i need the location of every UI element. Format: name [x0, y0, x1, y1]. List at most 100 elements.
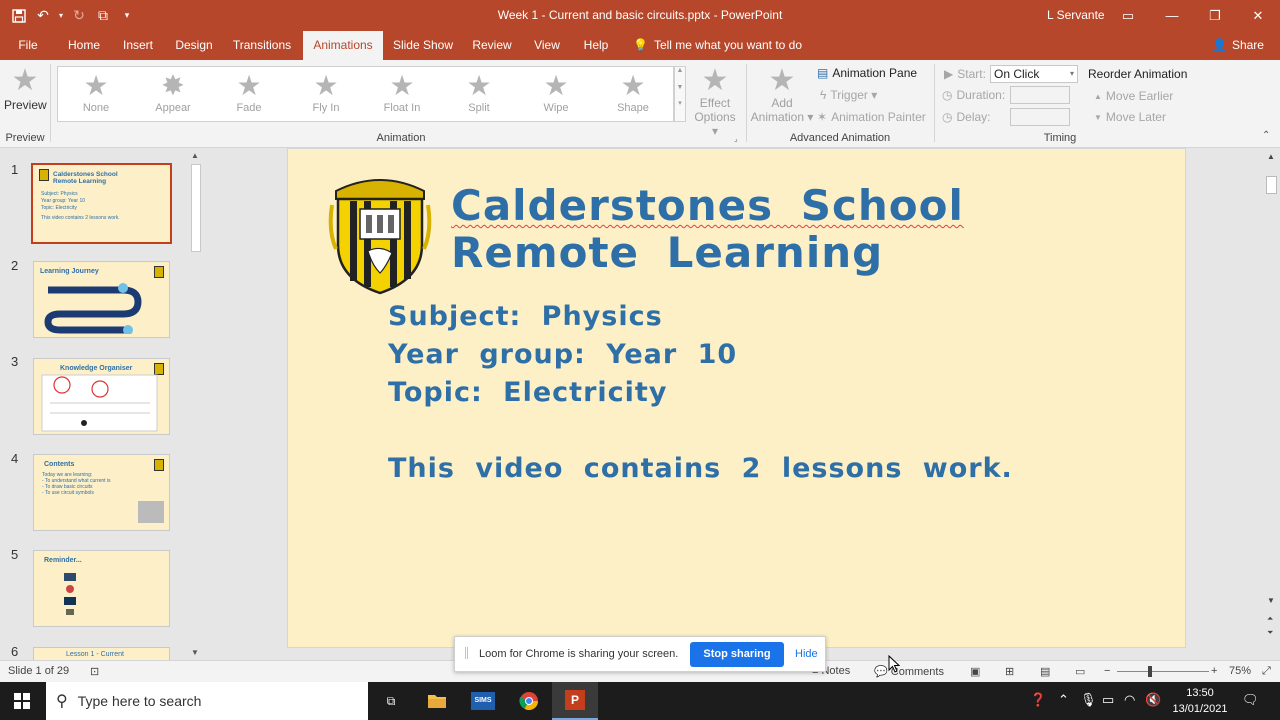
help-icon[interactable]: ❓	[1030, 692, 1046, 708]
notifications-icon[interactable]: 🗨	[1242, 692, 1259, 708]
slide-title-line-2[interactable]: Remote Learning	[451, 228, 883, 277]
scrollbar-thumb[interactable]	[1266, 176, 1277, 194]
gallery-more-icon[interactable]: ▾	[675, 99, 685, 107]
comments-button[interactable]: 💬 Comments	[874, 665, 944, 678]
stop-sharing-button[interactable]: Stop sharing	[690, 642, 784, 667]
tab-insert[interactable]: Insert	[116, 31, 160, 60]
fit-to-window-icon[interactable]: ⤢	[1262, 665, 1271, 678]
chevron-up-icon[interactable]: ▲	[675, 67, 685, 74]
collapse-ribbon-icon[interactable]: ⌃	[1262, 130, 1270, 141]
animation-shape[interactable]: ★ Shape	[597, 70, 669, 114]
tab-animations[interactable]: Animations	[303, 31, 383, 60]
duration-field[interactable]	[1010, 86, 1070, 104]
preview-button[interactable]: ★ Preview	[4, 66, 47, 113]
delay-label: ◷ Delay:	[942, 110, 991, 124]
slide-thumbnail-4[interactable]: Contents Today we are learning: - To und…	[33, 454, 170, 531]
scroll-down-icon[interactable]: ▼	[191, 648, 199, 657]
animation-split[interactable]: ★ Split	[443, 70, 515, 114]
close-button[interactable]: ✕	[1236, 0, 1280, 31]
sims-app-icon[interactable]: SIMS	[460, 682, 506, 720]
tab-home[interactable]: Home	[60, 31, 108, 60]
share-button[interactable]: 👤 Share	[1212, 38, 1264, 52]
slide-note[interactable]: This video contains 2 lessons work.	[388, 453, 1013, 484]
animation-float-in[interactable]: ★ Float In	[366, 70, 438, 114]
triangle-down-icon: ▼	[1094, 112, 1102, 122]
chevron-down-icon[interactable]: ▼	[675, 84, 685, 91]
hide-link[interactable]: Hide	[795, 648, 818, 660]
trigger-button[interactable]: ϟ Trigger ▾	[820, 88, 877, 102]
gallery-label: Fly In	[312, 102, 340, 114]
taskbar-search-box[interactable]: ⚲ Type here to search	[46, 682, 368, 720]
system-clock[interactable]: 13:50 13/01/2021	[1172, 685, 1228, 717]
slide-thumbnail-5[interactable]: Reminder...	[33, 550, 170, 627]
slide-year-group[interactable]: Year group: Year 10	[388, 339, 737, 370]
delay-field[interactable]	[1010, 108, 1070, 126]
zoom-in-icon[interactable]: +	[1211, 665, 1217, 677]
task-view-icon[interactable]: ⧉	[368, 682, 414, 720]
scrollbar-thumb[interactable]	[191, 164, 201, 252]
animation-none[interactable]: ★ None	[60, 70, 132, 114]
previous-slide-icon[interactable]: ⏶	[1267, 614, 1273, 624]
animation-wipe[interactable]: ★ Wipe	[520, 70, 592, 114]
slide-show-view-icon[interactable]: ▭	[1075, 665, 1085, 678]
tab-slide-show[interactable]: Slide Show	[390, 31, 456, 60]
tab-view[interactable]: View	[528, 31, 566, 60]
move-earlier-button[interactable]: ▲ Move Earlier	[1094, 89, 1173, 103]
minimize-button[interactable]: —	[1150, 0, 1194, 31]
animation-painter-button[interactable]: ✶ Animation Painter	[817, 110, 926, 124]
slide-subject[interactable]: Subject: Physics	[388, 301, 663, 332]
animation-dialog-launcher-icon[interactable]: ⌟	[734, 134, 738, 143]
scroll-down-icon[interactable]: ▼	[1267, 596, 1275, 605]
lightbulb-icon: 💡	[633, 38, 648, 52]
next-slide-icon[interactable]: ⏷	[1267, 628, 1273, 638]
animation-fade[interactable]: ★ Fade	[213, 70, 285, 114]
chrome-icon[interactable]	[506, 682, 552, 720]
slide-topic[interactable]: Topic: Electricity	[388, 377, 667, 408]
show-hidden-icons[interactable]: ⌃	[1058, 692, 1069, 708]
thumbnails-scrollbar[interactable]: ▲ ▼	[188, 148, 204, 660]
normal-view-icon[interactable]: ▣	[970, 665, 980, 678]
tab-transitions[interactable]: Transitions	[228, 31, 296, 60]
zoom-level[interactable]: 75%	[1229, 665, 1251, 677]
tell-me-box[interactable]: 💡 Tell me what you want to do	[633, 38, 802, 52]
scroll-up-icon[interactable]: ▲	[1267, 152, 1275, 161]
file-explorer-icon[interactable]	[414, 682, 460, 720]
wifi-icon[interactable]: ◠	[1124, 692, 1135, 708]
gallery-scroll[interactable]: ▲ ▼ ▾	[674, 66, 686, 122]
slide-title-line-1[interactable]: Calderstones School	[451, 181, 964, 230]
user-name[interactable]: L Servante	[1047, 8, 1105, 22]
reading-view-icon[interactable]: ▤	[1040, 665, 1050, 678]
slide-sorter-icon[interactable]: ⊞	[1005, 665, 1014, 678]
powerpoint-icon[interactable]: P	[552, 682, 598, 720]
slide-thumbnail-3[interactable]: Knowledge Organiser	[33, 358, 170, 435]
slide-thumbnail-1[interactable]: Calderstones School Remote Learning Subj…	[31, 163, 172, 244]
restore-button[interactable]: ❐	[1193, 0, 1237, 31]
tab-review[interactable]: Review	[468, 31, 516, 60]
zoom-out-icon[interactable]: −	[1104, 665, 1110, 677]
tab-help[interactable]: Help	[578, 31, 614, 60]
drag-handle-icon[interactable]: ║	[463, 648, 470, 659]
start-button[interactable]	[0, 682, 44, 720]
ribbon-display-options-icon[interactable]: ▭	[1106, 0, 1150, 31]
slide-scrollbar[interactable]: ▲ ▼ ⏶ ⏷	[1263, 148, 1280, 660]
slide-thumbnail-6[interactable]: Lesson 1 - Current	[33, 647, 170, 660]
volume-muted-icon[interactable]: 🔇	[1145, 692, 1161, 708]
animation-pane-button[interactable]: ▤ Animation Pane	[817, 66, 917, 80]
current-slide[interactable]: Calderstones School Remote Learning Subj…	[287, 148, 1186, 648]
tab-design[interactable]: Design	[168, 31, 220, 60]
add-animation-button[interactable]: ★ Add Animation ▾	[750, 66, 814, 125]
zoom-slider-handle[interactable]	[1148, 666, 1152, 677]
start-select[interactable]: On Click ▾	[990, 65, 1078, 83]
animation-appear[interactable]: ✸ Appear	[137, 70, 209, 114]
slide-thumbnail-2[interactable]: Learning Journey	[33, 261, 170, 338]
effect-options-button[interactable]: ★ Effect Options ▾	[690, 66, 740, 139]
tab-file[interactable]: File	[8, 31, 48, 60]
add-animation-label-1: Add	[771, 96, 793, 110]
microphone-icon[interactable]: 🎙	[1080, 692, 1097, 708]
zoom-slider-track[interactable]	[1117, 671, 1209, 672]
move-later-button[interactable]: ▼ Move Later	[1094, 110, 1166, 124]
accessibility-icon[interactable]: ⊡	[90, 665, 99, 678]
scroll-up-icon[interactable]: ▲	[191, 151, 199, 160]
battery-icon[interactable]: ▭	[1102, 692, 1114, 708]
animation-fly-in[interactable]: ★ Fly In	[290, 70, 362, 114]
